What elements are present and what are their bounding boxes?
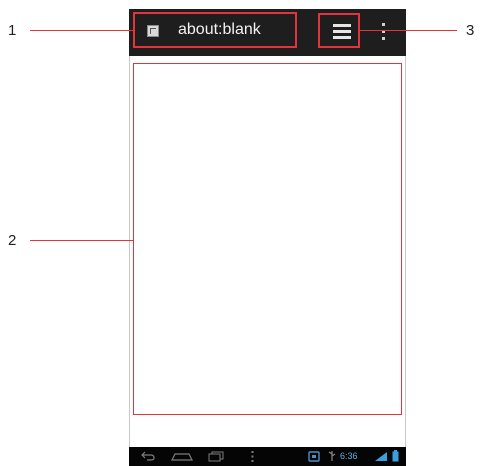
recent-apps-icon[interactable] — [208, 451, 224, 462]
callout-box-page — [133, 63, 402, 415]
battery-icon — [392, 450, 399, 462]
callout-number-2: 2 — [8, 232, 17, 249]
callout-number-1: 1 — [8, 22, 17, 39]
callout-box-tabs — [318, 13, 360, 48]
callout-number-3: 3 — [466, 22, 475, 39]
usb-icon — [328, 451, 336, 461]
home-icon[interactable] — [171, 452, 193, 461]
status-clock: 6:36 — [340, 451, 358, 461]
menu-icon[interactable] — [251, 451, 254, 462]
callout-line-2 — [30, 240, 133, 241]
callout-line-1 — [30, 30, 133, 31]
back-icon[interactable] — [141, 451, 155, 461]
callout-line-3 — [360, 30, 457, 31]
overflow-menu-icon[interactable] — [381, 22, 387, 42]
callout-box-url-bar — [133, 12, 297, 48]
signal-icon — [375, 452, 387, 461]
screenshot-icon — [308, 451, 320, 462]
